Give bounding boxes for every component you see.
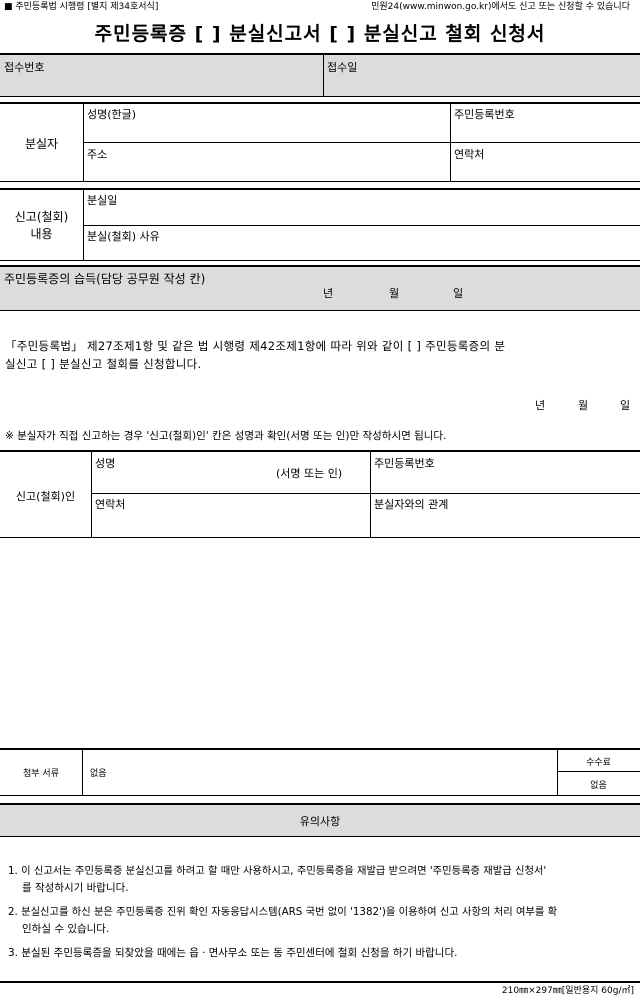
found-day: 일 <box>453 287 464 300</box>
receipt-block <box>0 54 640 96</box>
loser-section-label: 분실자 <box>24 137 59 151</box>
loser-name-label: 성명(한글) <box>87 108 137 121</box>
page-title: 주민등록증 [ ] 분실신고서 [ ] 분실신고 철회 신청서 <box>94 23 546 45</box>
loss-date-label: 분실일 <box>87 194 118 207</box>
applicant-sign-label: (서명 또는 인) <box>276 467 343 480</box>
notes-title: 유의사항 <box>299 815 341 828</box>
applicant-id-label: 주민등록번호 <box>374 457 435 470</box>
applicant-contact-label: 연락처 <box>95 498 126 511</box>
paper-spec: 210㎜×297㎜[일반용지 60g/㎡] <box>501 986 634 996</box>
found-year: 년 <box>323 287 334 300</box>
statement-month: 월 <box>578 399 589 412</box>
note-item-1-line-2: 를 작성하시기 바랍니다. <box>22 882 129 894</box>
note-item-2-line-2: 인하실 수 있습니다. <box>22 923 110 935</box>
loser-contact-label: 연락처 <box>454 148 485 161</box>
form-reference: ■ 주민등록법 시행령 [별지 제34호서식] <box>4 2 159 12</box>
statement-year: 년 <box>535 399 546 412</box>
applicant-section-label: 신고(철회)인 <box>15 490 76 503</box>
online-application-note: 민원24(www.minwon.go.kr)에서도 신고 또는 신청할 수 있습… <box>371 2 630 12</box>
attachments-value: 없음 <box>90 769 107 779</box>
report-section-label-2: 내용 <box>30 227 53 241</box>
attachments-label: 첨부 서류 <box>23 769 59 779</box>
note-item-3: 3. 분실된 주민등록증을 되찾았을 때에는 읍ㆍ면사무소 또는 동 주민센터에… <box>8 947 458 959</box>
statement-line-1: 「주민등록법」 제27조제1항 및 같은 법 시행령 제42조제1항에 따라 위… <box>5 339 506 353</box>
loser-address-label: 주소 <box>87 148 108 161</box>
report-section-label-1: 신고(철회) <box>14 210 69 224</box>
applicant-relation-label: 분실자와의 관계 <box>374 498 449 511</box>
loser-id-label: 주민등록번호 <box>454 108 515 121</box>
applicant-name-label: 성명 <box>95 457 116 470</box>
loss-reason-label: 분실(철회) 사유 <box>87 230 160 243</box>
fee-label: 수수료 <box>586 758 611 768</box>
found-month: 월 <box>389 287 400 300</box>
receipt-date-label: 접수일 <box>327 61 358 74</box>
found-label: 주민등록증의 습득(담당 공무원 작성 칸) <box>4 272 206 286</box>
receipt-number-label: 접수번호 <box>4 61 45 74</box>
fee-value: 없음 <box>590 781 607 791</box>
statement-day: 일 <box>620 399 631 412</box>
applicant-notice: ※ 분실자가 직접 신고하는 경우 '신고(철회)인' 칸은 성명과 확인(서명… <box>5 430 447 442</box>
statement-line-2: 실신고 [ ] 분실신고 철회를 신청합니다. <box>5 357 202 371</box>
